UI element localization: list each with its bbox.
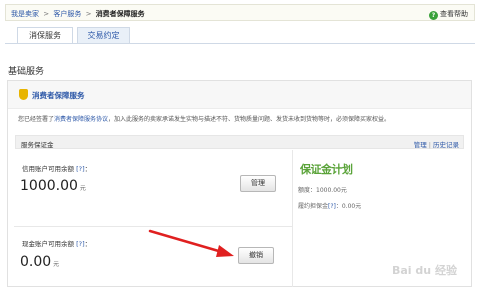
breadcrumb-bar: 我是卖家 > 客户服务 > 消费者保障服务 ? 查看帮助 [5,4,475,21]
cash-balance-label: 现金账户可用余额 [?]： [22,240,92,248]
credit-balance-unit: 元 [79,185,86,192]
agreement-notice: 您已经签署了消费者保障服务协议，加入此服务的卖家承诺发生实物与描述不符、货物质量… [18,114,466,123]
breadcrumb-customer-service[interactable]: 客户服务 [53,10,81,18]
cash-help-link[interactable]: [?] [76,240,85,248]
plan-guarantee: 履约担保金[?]：0.00元 [298,203,362,210]
breadcrumb-seller[interactable]: 我是卖家 [11,10,39,18]
deposit-plan-logo: 保证金计划 [300,163,353,176]
plan-guarantee-help-link[interactable]: [?] [328,203,336,210]
credit-balance-amount: 1000.00 元 [20,178,86,194]
notice-prefix: 您已经签署了 [18,116,55,123]
deposit-label: 服务保证金 [21,141,54,149]
watermark-logo: Bai du 经验 [392,264,457,277]
shield-icon [19,89,28,100]
link-separator: | [428,141,431,149]
panel-header: 消费者保障服务 [8,81,471,109]
tab-trade-agreement[interactable]: 交易约定 [77,27,130,44]
deposit-links: 管理 | 历史记录 [414,139,459,149]
plan-quota: 额度：1000.00元 [298,187,347,194]
breadcrumb-separator: > [43,10,50,18]
credit-help-link[interactable]: [?] [76,165,85,173]
notice-suffix: ，加入此服务的卖家承诺发生实物与描述不符、货物质量问题、发货未收到货物等时，必须… [108,116,391,123]
tab-consumer-protection[interactable]: 消保服务 [17,27,73,44]
section-title: 基础服务 [8,67,45,77]
cash-revoke-button[interactable]: 撤销 [238,247,274,264]
breadcrumb-separator: > [85,10,92,18]
help-icon: ? [429,11,438,20]
credit-balance-label: 信用账户可用余额 [?]： [22,165,92,173]
panel-title: 消费者保障服务 [32,91,85,100]
deposit-header: 服务保证金 管理 | 历史记录 [15,135,464,149]
deposit-manage-link[interactable]: 管理 [414,141,427,149]
help-label: 查看帮助 [440,10,468,18]
breadcrumb-current: 消费者保障服务 [95,10,145,18]
help-link[interactable]: ? 查看帮助 [429,9,468,20]
breadcrumb: 我是卖家 > 客户服务 > 消费者保障服务 [11,9,145,19]
tab-divider [5,43,475,44]
cash-balance-unit: 元 [53,261,60,268]
deposit-history-link[interactable]: 历史记录 [433,141,459,149]
cash-balance-amount: 0.00 元 [20,254,60,270]
credit-manage-button[interactable]: 管理 [240,175,276,192]
agreement-link[interactable]: 消费者保障服务协议 [54,116,108,123]
row-divider [14,226,292,227]
column-divider [292,150,293,287]
